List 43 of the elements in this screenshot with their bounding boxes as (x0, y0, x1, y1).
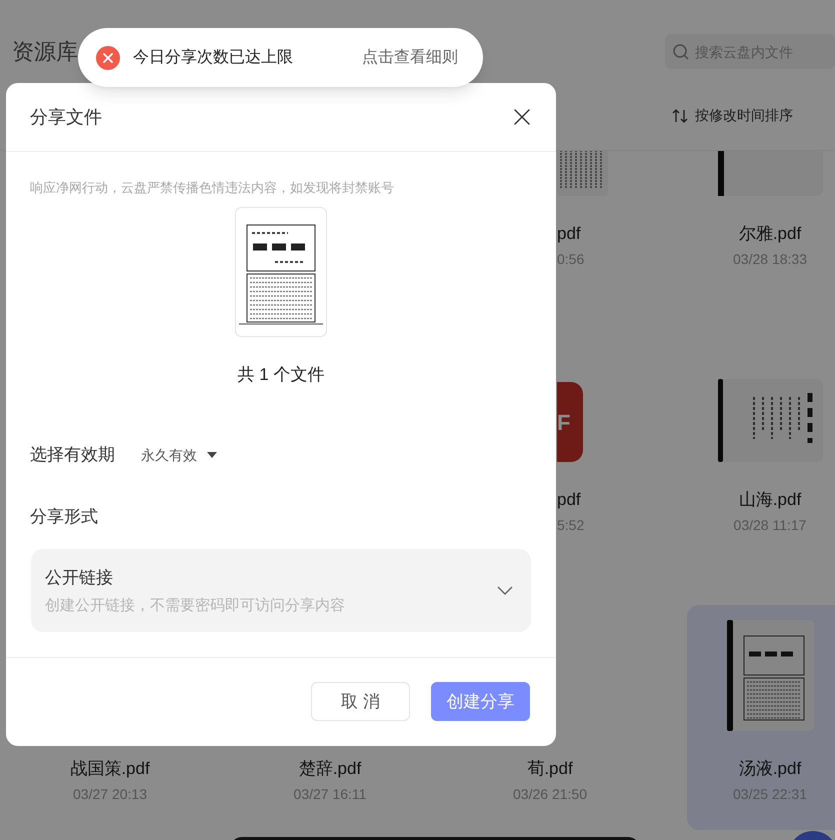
share-mode-select[interactable]: 公开链接 创建公开链接，不需要密码即可访问分享内容 (31, 549, 531, 632)
dialog-title: 分享文件 (30, 106, 102, 128)
share-mode-label: 分享形式 (29, 506, 99, 528)
sort-icon (671, 108, 689, 124)
file-name: 楚辞.pdf (298, 758, 362, 780)
share-mode-title: 公开链接 (45, 566, 114, 588)
file-item[interactable]: pdf 0:56 (557, 151, 608, 292)
file-name: 荀.pdf (527, 758, 573, 780)
expiry-label: 选择有效期 (30, 444, 115, 466)
file-name: 战国策.pdf (70, 758, 150, 780)
file-date: 03/28 18:33 (733, 250, 807, 269)
close-icon[interactable] (512, 107, 532, 127)
share-mode-description: 创建公开链接，不需要密码即可访问分享内容 (45, 596, 345, 616)
file-item[interactable]: 汤液.pdf 03/25 22:31 (687, 605, 835, 830)
caret-down-icon (207, 452, 217, 458)
file-count: 共 1 个文件 (236, 364, 326, 386)
file-name: 尔雅.pdf (738, 223, 802, 245)
sort-button[interactable]: 按修改时间排序 (671, 105, 793, 126)
toast-message: 今日分享次数已达上限 (133, 48, 293, 68)
file-date: 03/27 16:11 (294, 785, 366, 804)
file-date: 03/28 11:17 (734, 516, 806, 535)
file-item[interactable]: 尔雅.pdf 03/28 18:33 (687, 151, 835, 292)
file-date: 03/25 22:31 (733, 785, 807, 804)
file-name: pdf (557, 223, 581, 245)
chevron-down-icon (497, 586, 513, 596)
file-name: 山海.pdf (738, 489, 802, 511)
file-item[interactable]: F pdf 5:52 (557, 336, 584, 561)
file-date: 0:56 (557, 250, 584, 269)
pdf-file-icon: F (557, 382, 583, 462)
cancel-button[interactable]: 取 消 (311, 682, 410, 721)
file-name: pdf (557, 489, 581, 511)
file-name: 汤液.pdf (738, 758, 802, 780)
file-item[interactable]: 山海.pdf 03/28 11:17 (687, 336, 835, 561)
create-share-button[interactable]: 创建分享 (431, 682, 530, 721)
error-icon (96, 46, 120, 70)
file-date: 03/27 20:13 (73, 785, 147, 804)
rules-link[interactable]: 点击查看细则 (362, 46, 458, 70)
file-date: 03/26 21:50 (513, 785, 587, 804)
file-date: 5:52 (557, 516, 584, 535)
notice-text: 响应净网行动，云盘严禁传播色情违法内容，如发现将封禁账号 (29, 179, 395, 197)
page-title: 资源库 (12, 38, 78, 66)
search-icon (672, 43, 690, 61)
expiry-dropdown[interactable]: 永久有效 (141, 444, 217, 466)
